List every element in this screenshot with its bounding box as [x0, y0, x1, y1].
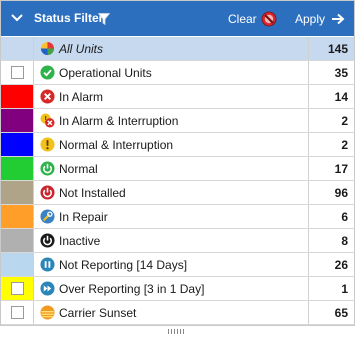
status-count: 14: [308, 85, 354, 108]
alarm-interruption-icon: !: [40, 113, 55, 128]
status-color-swatch[interactable]: [1, 181, 34, 204]
status-checkbox[interactable]: [11, 282, 24, 295]
list-item-in-alarm-interruption[interactable]: ! In Alarm & Interruption 2: [1, 109, 354, 133]
chevron-down-icon[interactable]: [10, 12, 24, 24]
status-label: In Alarm & Interruption: [59, 114, 179, 128]
status-label: Not Installed: [59, 186, 126, 200]
status-filter-panel: Status Filter Clear Apply All Units 145 …: [0, 0, 355, 326]
status-count: 2: [308, 109, 354, 132]
apply-button[interactable]: Apply: [295, 10, 345, 28]
list-item-normal[interactable]: Normal 17: [1, 157, 354, 181]
status-checkbox[interactable]: [11, 306, 24, 319]
funnel-icon: [98, 13, 110, 25]
status-label: Not Reporting [14 Days]: [59, 258, 188, 272]
status-count: 17: [308, 157, 354, 180]
status-count: 65: [308, 301, 354, 324]
clear-icon: [261, 11, 277, 27]
status-count: 8: [308, 229, 354, 252]
status-count: 2: [308, 133, 354, 156]
status-color-swatch[interactable]: [1, 85, 34, 108]
status-label: Normal & Interruption: [59, 138, 174, 152]
status-label: In Alarm: [59, 90, 104, 104]
status-color-swatch[interactable]: [1, 133, 34, 156]
fast-forward-circle-icon: [40, 281, 55, 296]
check-circle-icon: [40, 65, 55, 80]
power-black-icon: [40, 233, 55, 248]
status-count: 26: [308, 253, 354, 276]
status-color-swatch: [1, 61, 34, 84]
status-label: All Units: [59, 42, 104, 56]
status-checkbox[interactable]: [11, 66, 24, 79]
status-label: In Repair: [59, 210, 108, 224]
status-color-swatch[interactable]: [1, 109, 34, 132]
filter-header: Status Filter Clear Apply: [1, 1, 354, 36]
status-color-swatch[interactable]: [1, 205, 34, 228]
power-green-icon: [40, 161, 55, 176]
list-item-operational-units[interactable]: Operational Units 35: [1, 61, 354, 85]
status-count: 96: [308, 181, 354, 204]
list-item-inactive[interactable]: Inactive 8: [1, 229, 354, 253]
all-units-icon: [40, 41, 55, 56]
list-item-over-reporting[interactable]: Over Reporting [3 in 1 Day] 1: [1, 277, 354, 301]
list-item-all-units[interactable]: All Units 145: [1, 37, 354, 61]
exclamation-circle-icon: [40, 137, 55, 152]
status-color-swatch[interactable]: [1, 277, 34, 300]
clear-label: Clear: [228, 12, 257, 26]
sunset-icon: [40, 305, 55, 320]
arrow-right-icon: [332, 13, 345, 25]
pause-circle-icon: [40, 257, 55, 272]
status-count: 1: [308, 277, 354, 300]
list-item-in-alarm[interactable]: In Alarm 14: [1, 85, 354, 109]
list-item-not-installed[interactable]: Not Installed 96: [1, 181, 354, 205]
status-color-swatch: [1, 301, 34, 324]
apply-label: Apply: [295, 12, 326, 26]
status-label: Normal: [59, 162, 98, 176]
status-label: Inactive: [59, 234, 101, 248]
list-item-carrier-sunset[interactable]: Carrier Sunset 65: [1, 301, 354, 325]
list-item-not-reporting[interactable]: Not Reporting [14 Days] 26: [1, 253, 354, 277]
status-count: 35: [308, 61, 354, 84]
status-color-swatch[interactable]: [1, 253, 34, 276]
filter-title: Status Filter: [34, 11, 104, 25]
status-color-swatch: [1, 37, 34, 60]
list-item-in-repair[interactable]: In Repair 6: [1, 205, 354, 229]
status-label: Over Reporting [3 in 1 Day]: [59, 282, 205, 296]
clear-button[interactable]: Clear: [228, 10, 277, 28]
status-list: All Units 145 Operational Units 35 In Al…: [1, 37, 354, 325]
status-label: Carrier Sunset: [59, 306, 137, 320]
wrench-icon: [40, 209, 55, 224]
x-circle-icon: [40, 89, 55, 104]
status-count: 6: [308, 205, 354, 228]
power-red-icon: [40, 185, 55, 200]
status-label: Operational Units: [59, 66, 152, 80]
resize-grip-icon[interactable]: [168, 329, 184, 334]
status-color-swatch[interactable]: [1, 157, 34, 180]
status-color-swatch[interactable]: [1, 229, 34, 252]
list-item-normal-interruption[interactable]: Normal & Interruption 2: [1, 133, 354, 157]
status-count: 145: [308, 37, 354, 60]
